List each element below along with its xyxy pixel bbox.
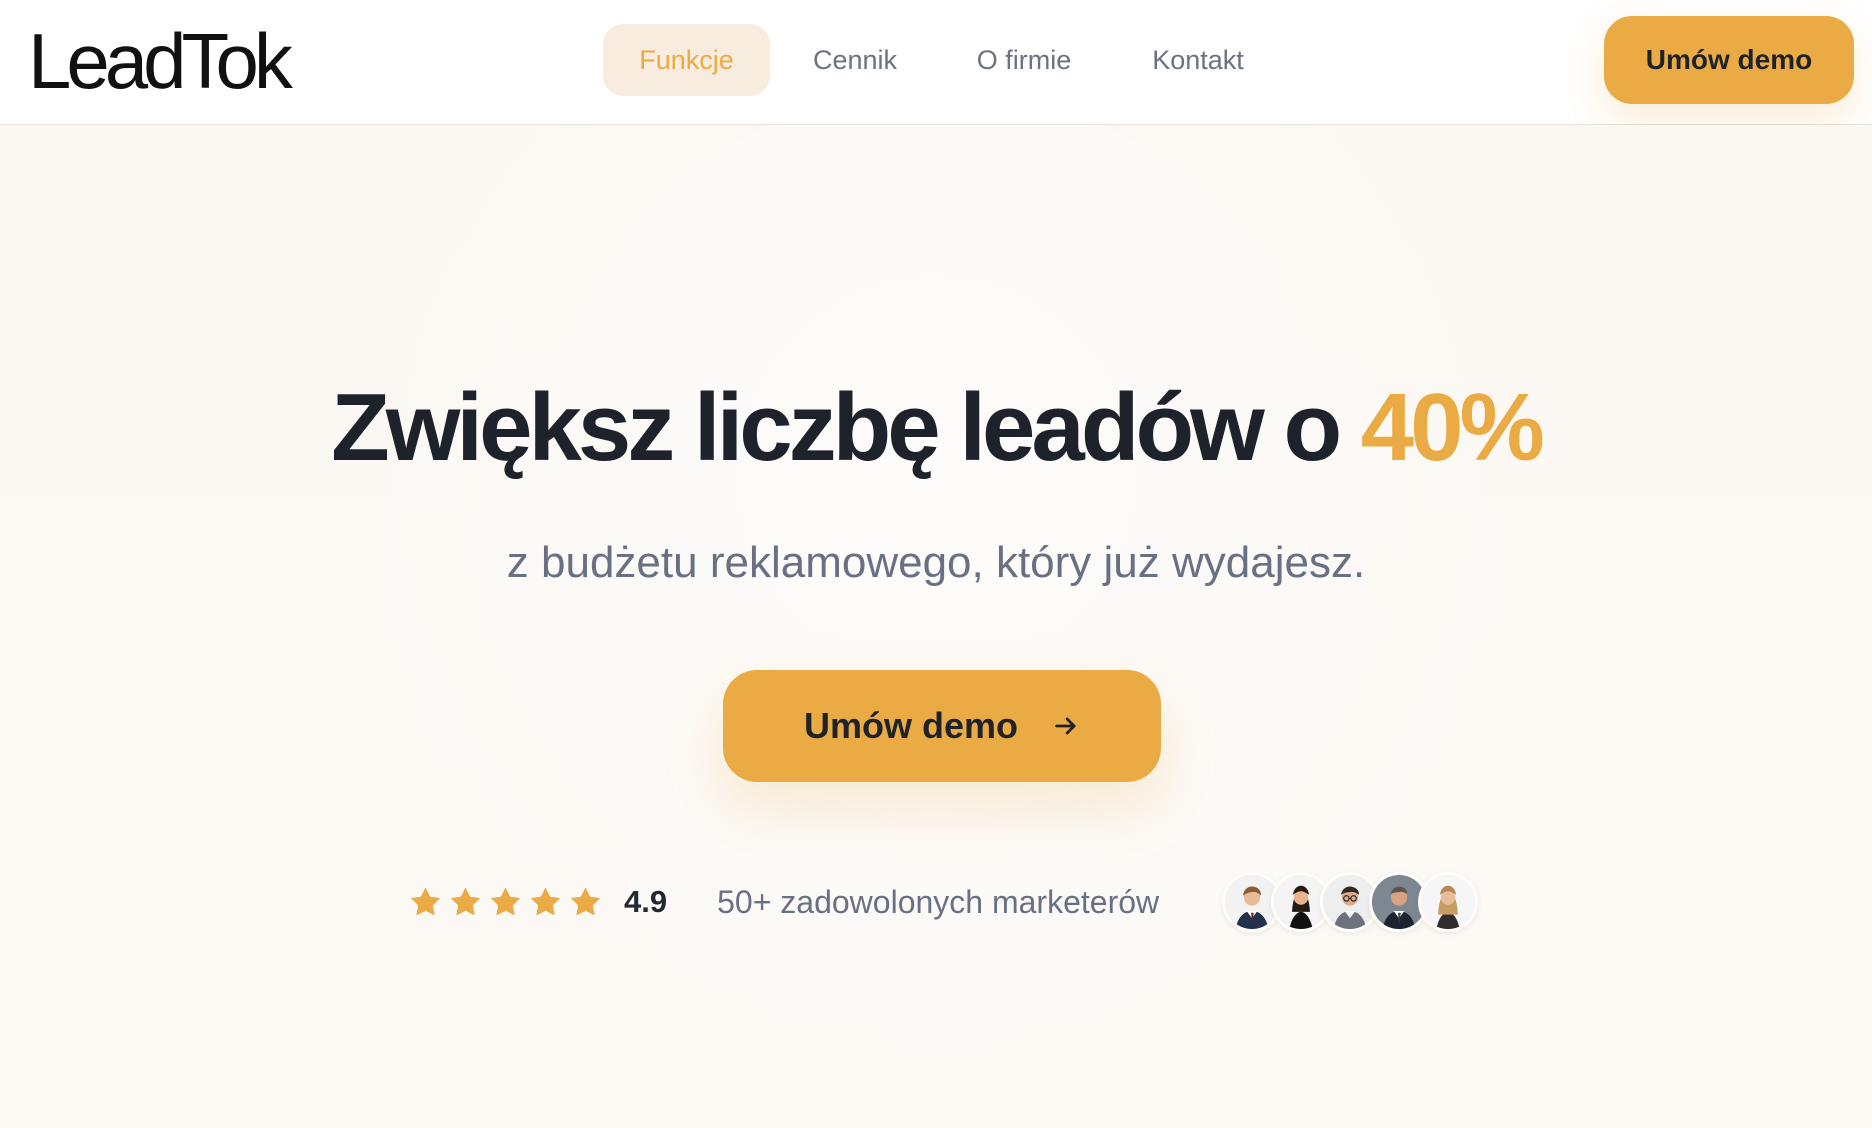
top-navigation-bar: LeadTok Funkcje Cennik O firmie Kontakt … xyxy=(0,0,1872,125)
nav-item-cennik[interactable]: Cennik xyxy=(770,24,940,96)
headline-main-text: Zwiększ liczbę leadów o xyxy=(331,374,1361,481)
hero-demo-label: Umów demo xyxy=(803,705,1018,746)
hero-headline: Zwiększ liczbę leadów o 40% xyxy=(0,380,1872,476)
star-icon xyxy=(410,886,441,915)
social-proof: 4.9 50+ zadowolonych marketerów xyxy=(407,868,1478,936)
main-navigation: Funkcje Cennik O firmie Kontakt xyxy=(603,24,1288,96)
leadtok-logo[interactable]: LeadTok xyxy=(28,22,293,100)
rating-value: 4.9 xyxy=(624,884,668,919)
hero-demo-button[interactable]: Umów demo xyxy=(723,670,1161,782)
headline-accent-text: 40% xyxy=(1360,374,1545,481)
star-icon xyxy=(530,886,561,915)
hero-subtitle: z budżetu reklamowego, który już wydajes… xyxy=(506,538,1366,587)
hero-section: Zwiększ liczbę leadów o 40% z budżetu re… xyxy=(0,125,1872,1128)
avatar-woman-2 xyxy=(1418,872,1478,932)
nav-item-o-firmie[interactable]: O firmie xyxy=(940,24,1108,96)
arrow-right-icon xyxy=(1052,712,1080,740)
rating-stars xyxy=(407,884,604,921)
star-icon xyxy=(490,886,521,915)
customer-avatars xyxy=(1222,868,1482,936)
header-demo-button[interactable]: Umów demo xyxy=(1604,16,1854,104)
happy-marketers-text: 50+ zadowolonych marketerów xyxy=(717,883,1160,920)
star-icon xyxy=(570,886,601,915)
nav-item-kontakt[interactable]: Kontakt xyxy=(1108,24,1288,96)
star-icon xyxy=(450,886,481,915)
nav-item-funkcje[interactable]: Funkcje xyxy=(603,24,770,96)
